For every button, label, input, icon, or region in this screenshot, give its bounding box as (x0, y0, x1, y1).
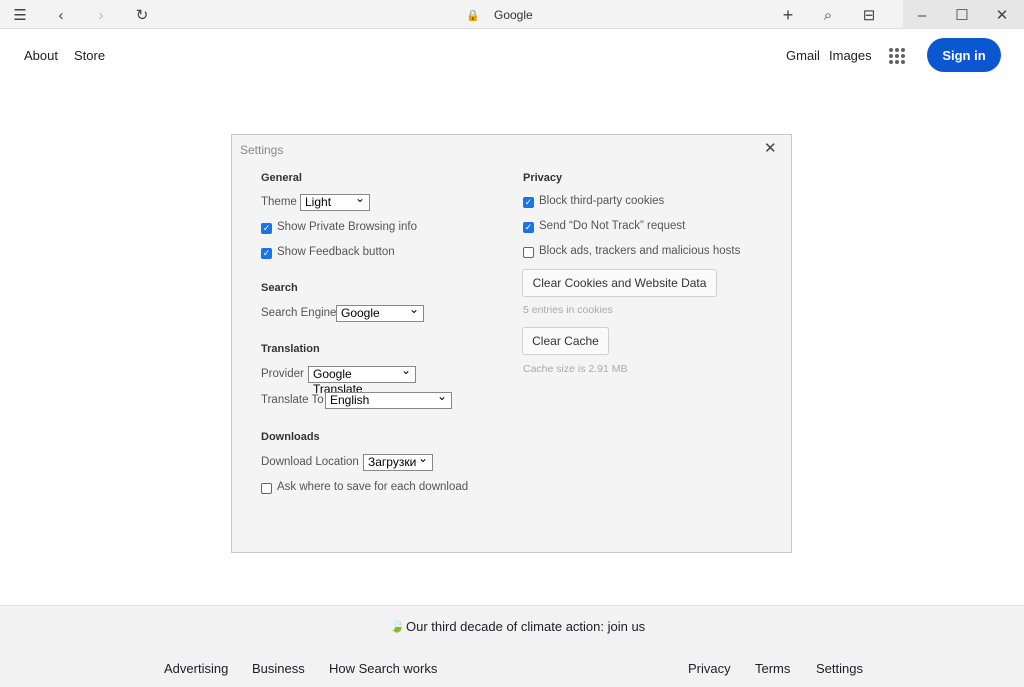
block-ads-label: Block ads, trackers and malicious hosts (539, 245, 741, 257)
apps-grid-icon[interactable] (889, 48, 905, 64)
do-not-track-checkbox[interactable]: ✓ (523, 222, 534, 233)
search-heading: Search (261, 282, 298, 294)
forward-icon[interactable]: › (90, 4, 112, 26)
leaf-icon: 🍃 (389, 618, 406, 633)
settings-dialog: Settings ✕ General Theme Light ✓ Show Pr… (231, 134, 792, 553)
close-icon[interactable]: ✕ (991, 4, 1013, 26)
translate-to-label: Translate To (261, 394, 324, 406)
terms-link[interactable]: Terms (755, 661, 790, 676)
downloads-heading: Downloads (261, 431, 320, 443)
search-icon[interactable]: ⌕ (817, 4, 839, 26)
block-third-party-label: Block third-party cookies (539, 195, 665, 207)
translation-heading: Translation (261, 343, 320, 355)
provider-select[interactable]: Google Translate (308, 363, 416, 396)
show-private-label: Show Private Browsing info (277, 221, 417, 233)
new-tab-icon[interactable]: + (777, 4, 799, 26)
block-third-party-checkbox[interactable]: ✓ (523, 197, 534, 208)
settings-link[interactable]: Settings (816, 661, 863, 676)
show-private-checkbox[interactable]: ✓ (261, 223, 272, 234)
close-icon[interactable]: ✕ (764, 139, 777, 157)
cache-info: Cache size is 2.91 MB (523, 363, 628, 375)
search-engine-label: Search Engine (261, 307, 337, 319)
translate-to-select[interactable]: English (325, 389, 452, 409)
provider-label: Provider (261, 368, 304, 380)
download-location-select[interactable]: Загрузки (363, 451, 433, 471)
block-ads-checkbox[interactable] (523, 247, 534, 258)
ask-save-label: Ask where to save for each download (277, 481, 469, 493)
lock-icon: 🔒 (466, 9, 480, 22)
store-link[interactable]: Store (74, 48, 105, 63)
footer: 🍃 Our third decade of climate action: jo… (0, 605, 1024, 687)
show-feedback-label: Show Feedback button (277, 246, 395, 258)
clear-cache-button[interactable]: Clear Cache (522, 327, 609, 355)
privacy-heading: Privacy (523, 172, 563, 184)
cookies-info: 5 entries in cookies (523, 304, 613, 316)
search-engine-select[interactable]: Google (336, 302, 424, 322)
window-controls: – ☐ ✕ (903, 0, 1024, 29)
page-title: Google (494, 8, 533, 22)
back-icon[interactable]: ‹ (50, 4, 72, 26)
reload-icon[interactable]: ↻ (131, 4, 153, 26)
menu-icon[interactable]: ☰ (9, 4, 31, 26)
business-link[interactable]: Business (252, 661, 305, 676)
climate-link[interactable]: Our third decade of climate action: join… (406, 619, 645, 634)
gmail-link[interactable]: Gmail (786, 48, 820, 63)
browser-toolbar: ☰ ‹ › ↻ 🔒 Google + ⌕ ⊟ – ☐ ✕ (0, 0, 1024, 29)
maximize-icon[interactable]: ☐ (951, 4, 973, 26)
theme-select[interactable]: Light (300, 191, 370, 211)
dialog-title: Settings (240, 143, 284, 157)
images-link[interactable]: Images (829, 48, 872, 63)
general-heading: General (261, 172, 302, 184)
how-search-works-link[interactable]: How Search works (329, 661, 437, 676)
about-link[interactable]: About (24, 48, 58, 63)
privacy-link[interactable]: Privacy (688, 661, 731, 676)
theme-label: Theme (261, 196, 297, 208)
minimize-icon[interactable]: – (911, 4, 933, 26)
show-feedback-checkbox[interactable]: ✓ (261, 248, 272, 259)
clear-cookies-button[interactable]: Clear Cookies and Website Data (522, 269, 717, 297)
download-location-label: Download Location (261, 456, 359, 468)
advertising-link[interactable]: Advertising (164, 661, 228, 676)
tabs-icon[interactable]: ⊟ (858, 4, 880, 26)
ask-save-checkbox[interactable] (261, 483, 272, 494)
do-not-track-label: Send “Do Not Track” request (539, 220, 686, 232)
sign-in-button[interactable]: Sign in (927, 38, 1001, 72)
